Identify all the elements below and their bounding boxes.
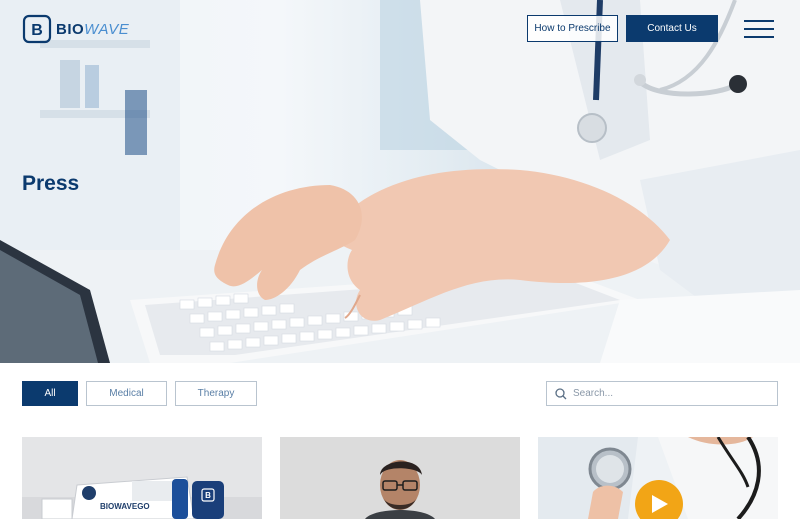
filter-therapy-button[interactable]: Therapy xyxy=(175,381,257,406)
hero-banner: B BIOWAVE How to Prescribe Contact Us Pr… xyxy=(0,0,800,363)
press-card[interactable] xyxy=(538,437,778,519)
card-image-person xyxy=(280,437,520,519)
menu-line xyxy=(744,20,774,22)
search-input[interactable] xyxy=(573,388,763,399)
card-image-product: B BIOWAVEGO xyxy=(22,437,262,519)
brand-name: BIOWAVE xyxy=(56,21,129,38)
card-image-doctor xyxy=(538,437,778,519)
logo-mark-letter: B xyxy=(31,22,43,39)
menu-line xyxy=(744,28,774,30)
how-to-prescribe-button[interactable]: How to Prescribe xyxy=(527,15,618,42)
press-card[interactable] xyxy=(280,437,520,519)
brand-name-part2: WAVE xyxy=(84,20,130,38)
card-product-text: BIOWAVEGO xyxy=(100,502,150,511)
press-card[interactable]: B BIOWAVEGO xyxy=(22,437,262,519)
card-badge-letter: B xyxy=(205,491,211,500)
filter-medical-button[interactable]: Medical xyxy=(86,381,167,406)
logo-mark-icon: B xyxy=(22,14,52,44)
brand-name-part1: BIO xyxy=(56,20,85,38)
search-icon xyxy=(555,387,567,399)
search-box[interactable] xyxy=(546,381,778,406)
filter-all-button[interactable]: All xyxy=(22,381,78,406)
brand-logo[interactable]: B BIOWAVE xyxy=(22,14,129,44)
menu-icon[interactable] xyxy=(744,20,774,38)
page: B BIOWAVE How to Prescribe Contact Us Pr… xyxy=(0,0,800,519)
contact-us-button[interactable]: Contact Us xyxy=(626,15,718,42)
hero-image xyxy=(0,0,800,363)
menu-line xyxy=(744,36,774,38)
page-title: Press xyxy=(22,172,80,195)
